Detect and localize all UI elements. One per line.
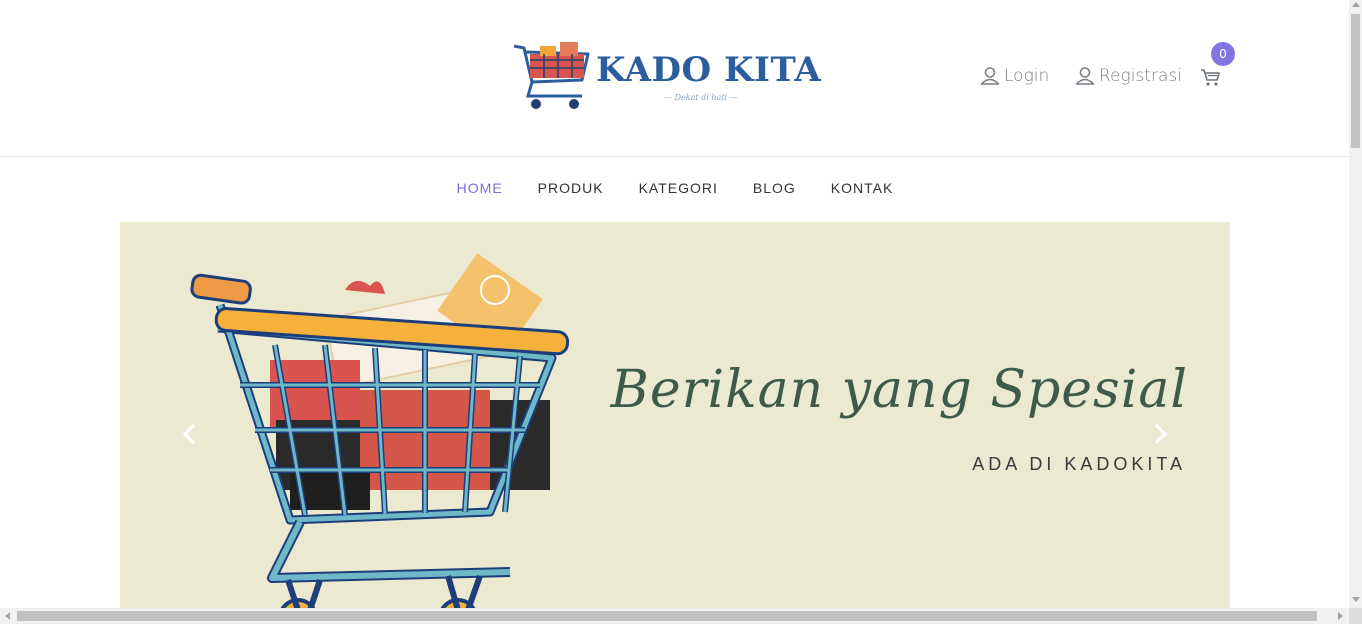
login-link[interactable]: Login: [980, 66, 1049, 86]
shopping-cart-illustration: [190, 253, 570, 608]
hero-subtitle: ADA DI KADOKITA: [972, 454, 1186, 474]
vertical-scroll-thumb[interactable]: [1351, 14, 1360, 148]
user-icon: [1075, 67, 1095, 85]
register-label: Registrasi: [1099, 66, 1182, 86]
horizontal-scrollbar[interactable]: [0, 608, 1349, 624]
hero-slider: Berikan yang Spesial ADA DI KADOKITA: [120, 222, 1230, 608]
brand-tagline: --- Dekat di hati ---: [664, 93, 738, 102]
nav-item-kategori[interactable]: KATEGORI: [621, 176, 735, 204]
site-header: KADO KITA --- Dekat di hati --- Login Re…: [0, 0, 1349, 157]
page: KADO KITA --- Dekat di hati --- Login Re…: [0, 0, 1349, 608]
cart-count-badge: 0: [1211, 42, 1235, 66]
chevron-right-icon[interactable]: [1148, 422, 1172, 446]
scroll-down-icon[interactable]: [1352, 597, 1360, 602]
chevron-left-icon[interactable]: [178, 422, 202, 446]
register-link[interactable]: Registrasi: [1075, 66, 1182, 86]
vertical-scrollbar[interactable]: [1349, 0, 1362, 608]
scrollbar-corner: [1349, 608, 1362, 624]
nav-item-produk[interactable]: PRODUK: [520, 176, 621, 204]
horizontal-scroll-thumb[interactable]: [17, 611, 1317, 621]
nav-item-home[interactable]: HOME: [439, 176, 520, 204]
cart-logo-icon: [513, 42, 590, 109]
user-icon: [980, 67, 1000, 85]
window-bottom-edge: [0, 624, 1362, 638]
scroll-left-icon[interactable]: [5, 612, 10, 620]
cart-icon: [1201, 69, 1220, 86]
nav-item-blog[interactable]: BLOG: [735, 176, 813, 204]
login-label: Login: [1004, 66, 1050, 86]
nav-item-kontak[interactable]: KONTAK: [813, 176, 911, 204]
cart-button[interactable]: [1200, 68, 1222, 92]
brand-name: KADO KITA: [596, 50, 822, 90]
scroll-right-icon[interactable]: [1338, 612, 1343, 620]
brand-logo[interactable]: KADO KITA --- Dekat di hati ---: [510, 38, 821, 118]
scroll-up-icon[interactable]: [1352, 2, 1360, 7]
main-nav: HOME PRODUK KATEGORI BLOG KONTAK: [0, 176, 1349, 204]
hero-title: Berikan yang Spesial: [610, 360, 1188, 420]
